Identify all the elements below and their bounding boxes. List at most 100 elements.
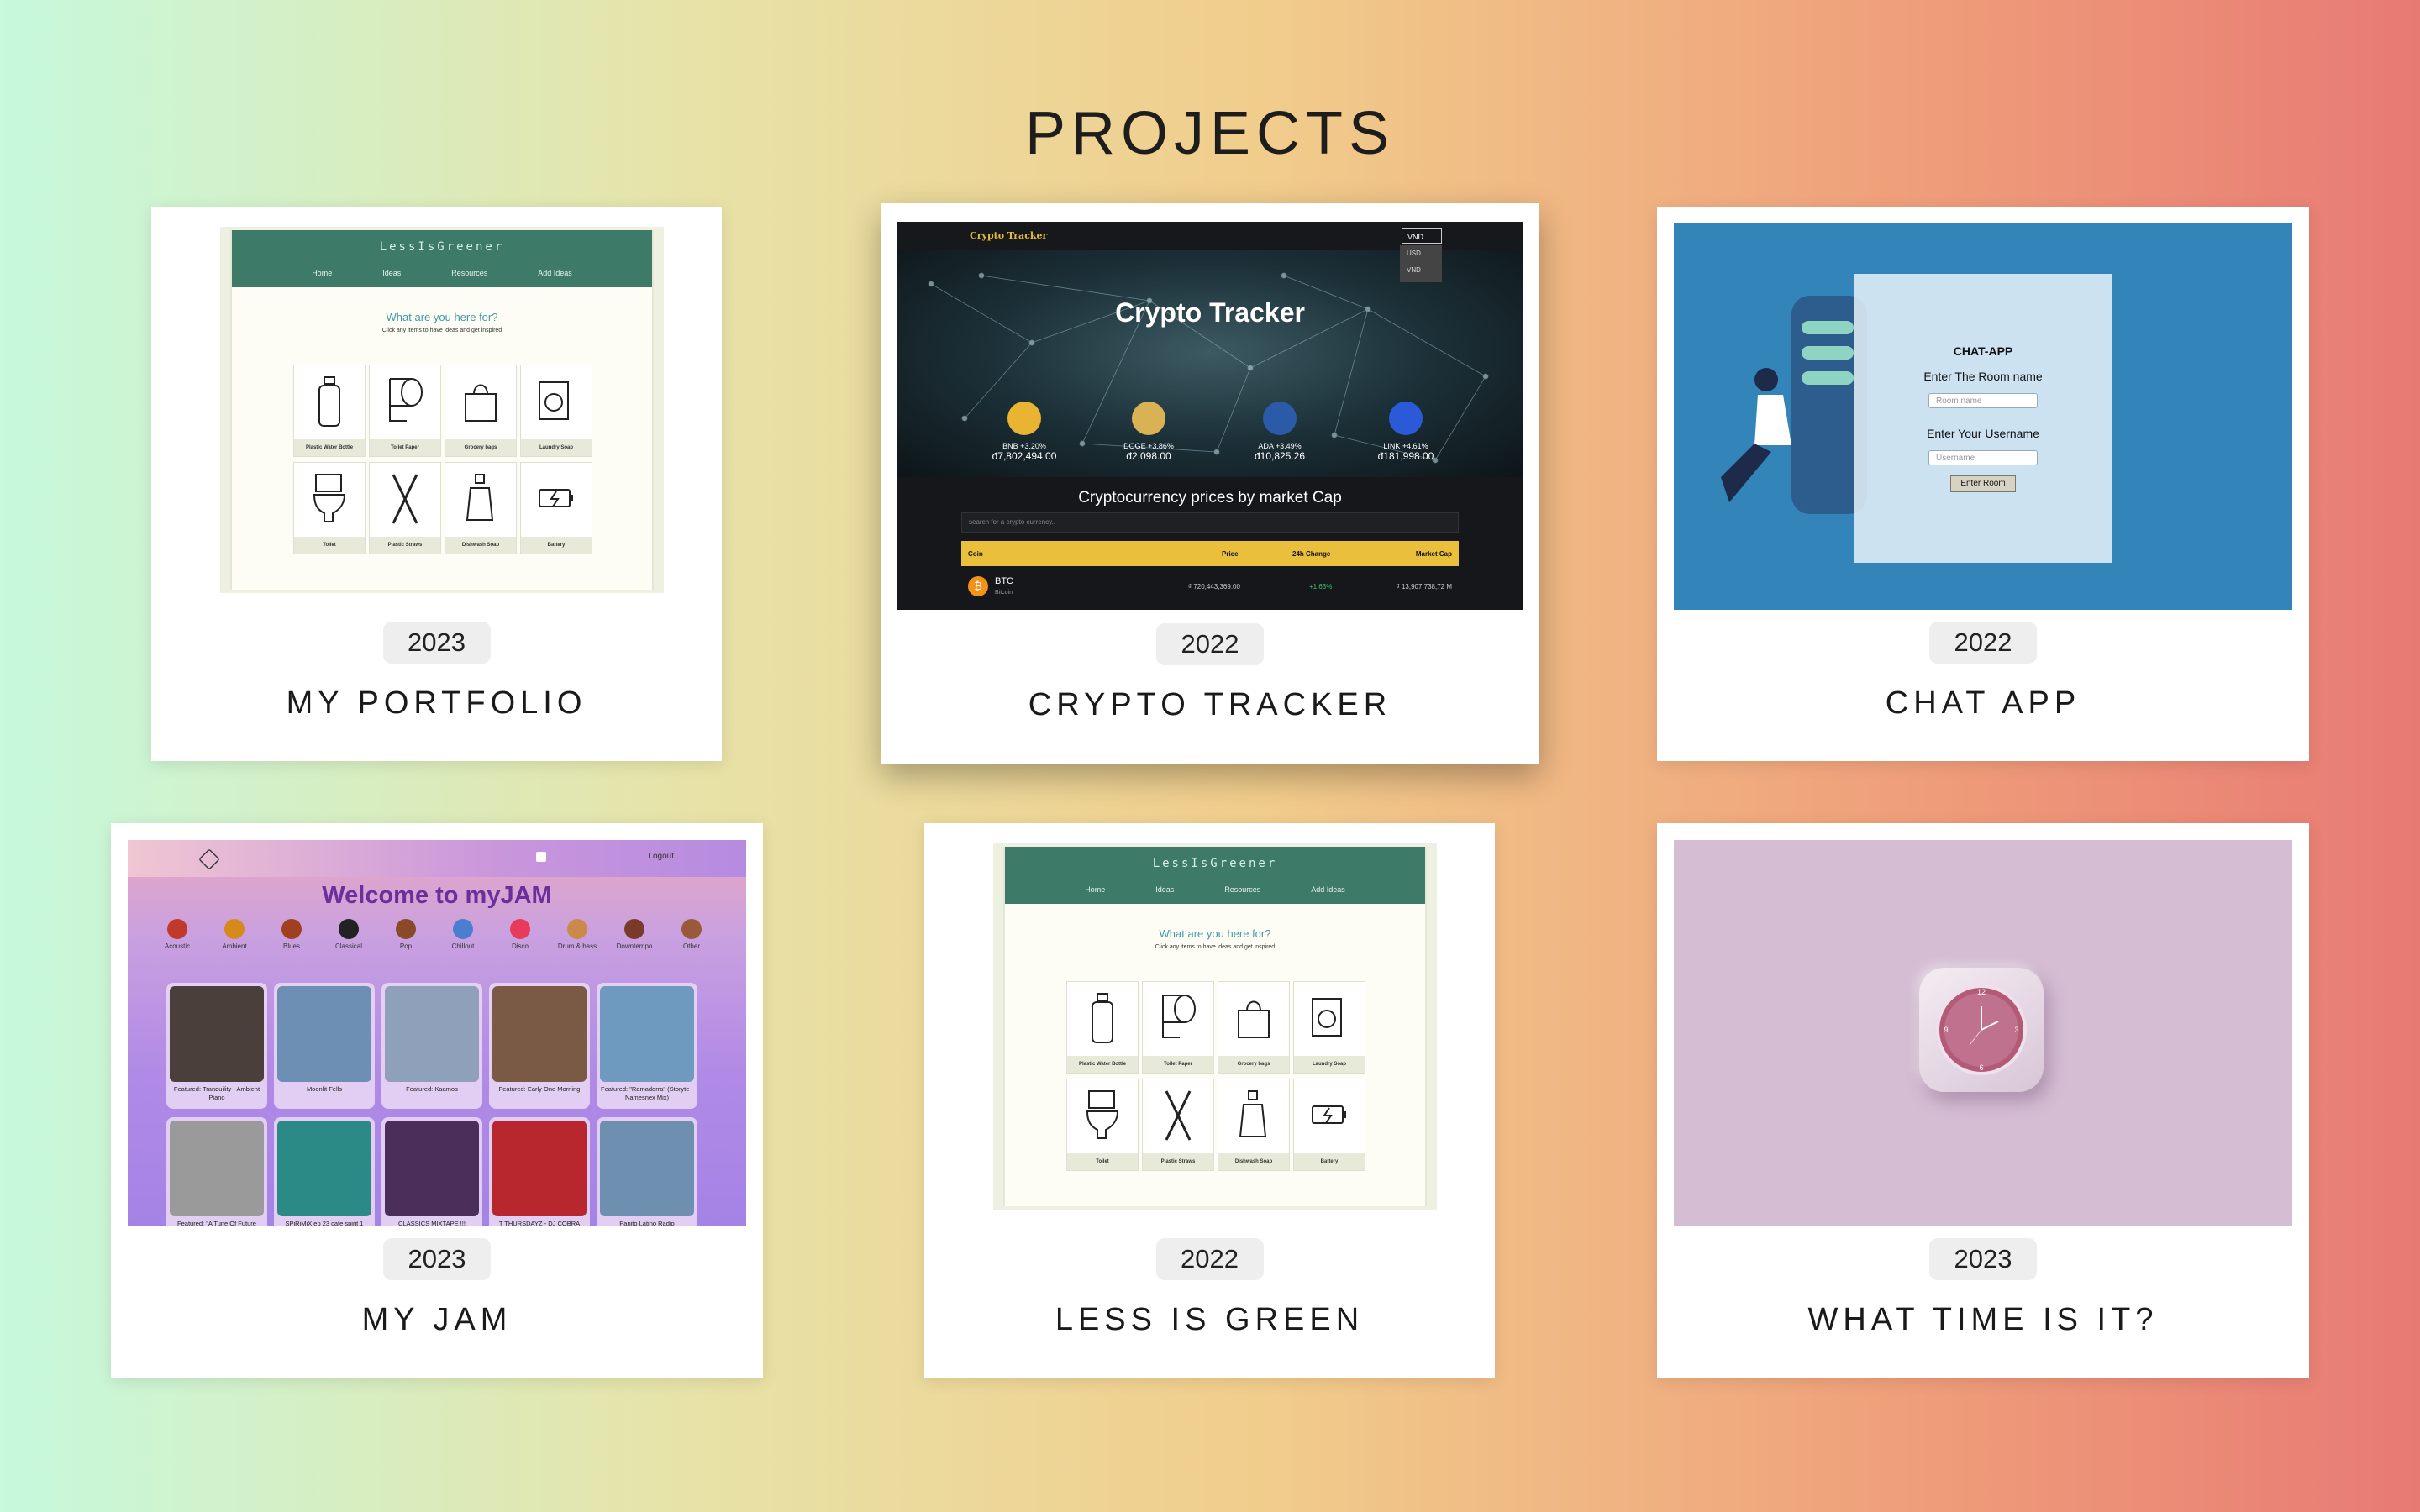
- track-card[interactable]: Moonlit Fells: [274, 983, 375, 1109]
- currency-select[interactable]: VND: [1402, 228, 1442, 244]
- genre-item[interactable]: Ambient: [213, 919, 255, 950]
- project-card-what-time-is-it[interactable]: 12 3 6 9 2023 WHAT TIME IS IT?: [1657, 823, 2309, 1378]
- toilet-paper-icon: [1162, 995, 1196, 1038]
- track-card[interactable]: Panito Latino Radio: [597, 1117, 697, 1226]
- track-card[interactable]: Featured: "Ramadorra" (Storyte - Namesne…: [597, 983, 697, 1109]
- chat-preview: CHAT-APP Enter The Room name Room name E…: [1674, 223, 2292, 610]
- link-icon: [1389, 402, 1423, 435]
- bottle-icon: [318, 376, 340, 427]
- genre-item[interactable]: Acoustic: [156, 919, 198, 950]
- track-card[interactable]: Featured: Early One Morning: [489, 983, 590, 1109]
- room-name-input[interactable]: Room name: [1928, 393, 2038, 408]
- grocery-bag-icon: [1238, 1000, 1270, 1038]
- username-input[interactable]: Username: [1928, 450, 2038, 465]
- clock-face-icon: 12 3 6 9: [1936, 984, 2027, 1075]
- item-tile: Dishwash Soap: [1218, 1079, 1290, 1171]
- grocery-bag-icon: [465, 384, 497, 422]
- svg-text:6: 6: [1979, 1063, 1983, 1072]
- subtitle: Click any items to have ideas and get in…: [381, 328, 502, 333]
- section-title: Cryptocurrency prices by market Cap: [1078, 489, 1342, 507]
- item-tile: Dishwash Soap: [445, 462, 517, 554]
- question-heading: What are you here for?: [386, 311, 498, 323]
- nav-link: Add Ideas: [1311, 885, 1345, 894]
- genre-item[interactable]: Other: [671, 919, 713, 950]
- nav-link: Home: [312, 269, 333, 277]
- battery-icon: [539, 489, 573, 507]
- room-label: Enter The Room name: [1923, 370, 2043, 383]
- project-screenshot: CHAT-APP Enter The Room name Room name E…: [1674, 223, 2292, 610]
- track-card[interactable]: SPiRiMiX ep 23 cafe spirit 1: [274, 1117, 375, 1226]
- project-screenshot: Crypto Tracker VND USD VND Crypto Tracker…: [897, 222, 1523, 610]
- genre-item[interactable]: Downtempo: [613, 919, 655, 950]
- laundry-icon: [539, 381, 569, 420]
- project-card-crypto-tracker[interactable]: Crypto Tracker VND USD VND Crypto Tracker…: [881, 203, 1539, 764]
- item-tile: Battery: [1293, 1079, 1365, 1171]
- genre-item[interactable]: Pop: [385, 919, 427, 950]
- toilet-icon: [313, 474, 346, 522]
- bnb-icon: [1007, 402, 1041, 435]
- clock-widget: 12 3 6 9: [1919, 968, 2044, 1092]
- item-tile: Plastic Straws: [1142, 1079, 1214, 1171]
- project-name: CHAT APP: [1885, 685, 2081, 721]
- search-icon[interactable]: [536, 852, 546, 862]
- track-card[interactable]: T THURSDAYZ - DJ COBRA: [489, 1117, 590, 1226]
- coin-carousel-item: BNB +3.20% đ7,802,494.00: [978, 402, 1071, 462]
- crypto-preview: Crypto Tracker VND USD VND Crypto Tracker…: [897, 222, 1523, 610]
- ada-icon: [1263, 402, 1297, 435]
- brand-logo: LessIsGreener: [379, 240, 505, 254]
- track-card[interactable]: Featured: Kaamos: [381, 983, 482, 1109]
- battery-icon: [1312, 1105, 1346, 1124]
- bitcoin-icon: ₿: [968, 576, 988, 596]
- project-name: MY JAM: [361, 1302, 513, 1337]
- genre-item[interactable]: Classical: [328, 919, 370, 950]
- item-tile: Plastic Water Bottle: [1066, 981, 1139, 1074]
- svg-text:3: 3: [2014, 1026, 2018, 1034]
- genre-item[interactable]: Drum & bass: [556, 919, 598, 950]
- chat-title: CHAT-APP: [1953, 344, 2013, 358]
- logout-link[interactable]: Logout: [648, 852, 674, 861]
- genre-item[interactable]: Disco: [499, 919, 541, 950]
- clock-preview: 12 3 6 9: [1674, 840, 2292, 1226]
- coin-carousel-item: ADA +3.49% đ10,825.26: [1234, 402, 1326, 462]
- table-row[interactable]: ₿ BTC Bitcoin ₫ 720,443,369.00 +1.63% ₫ …: [961, 568, 1459, 605]
- nav-link: Add Ideas: [538, 269, 572, 277]
- jam-preview: Logout Welcome to myJAM Acoustic Ambient…: [128, 840, 746, 1226]
- coin-carousel-item: DOGE +3.86% đ2,098.00: [1102, 402, 1195, 462]
- project-year: 2023: [382, 622, 491, 664]
- track-card[interactable]: CLASSICS MIXTAPE !!!: [381, 1117, 482, 1226]
- item-tile: Toilet Paper: [1142, 981, 1214, 1074]
- project-name: MY PORTFOLIO: [286, 685, 587, 721]
- project-year: 2023: [1929, 1238, 2037, 1280]
- bottle-icon: [1092, 993, 1113, 1043]
- nav-link: Resources: [1224, 885, 1261, 894]
- genre-item[interactable]: Blues: [271, 919, 313, 950]
- track-card[interactable]: Featured: Tranquility - Ambient Piano: [166, 983, 267, 1109]
- welcome-heading: Welcome to myJAM: [322, 882, 552, 909]
- project-year: 2022: [1155, 1238, 1264, 1280]
- item-tile: Toilet: [1066, 1079, 1139, 1171]
- project-name: LESS IS GREEN: [1055, 1302, 1365, 1337]
- nav-link: Home: [1085, 885, 1106, 894]
- illustration-image: [1721, 296, 1867, 514]
- project-year: 2022: [1156, 623, 1264, 665]
- question-heading: What are you here for?: [1159, 927, 1271, 940]
- nav-link: Ideas: [1155, 885, 1175, 894]
- crypto-logo: Crypto Tracker: [970, 230, 1048, 241]
- genre-item[interactable]: Chillout: [442, 919, 484, 950]
- nav-link: Ideas: [382, 269, 402, 277]
- search-input[interactable]: search for a crypto currency..: [961, 512, 1459, 533]
- project-card-chat-app[interactable]: CHAT-APP Enter The Room name Room name E…: [1657, 207, 2309, 761]
- project-card-my-jam[interactable]: Logout Welcome to myJAM Acoustic Ambient…: [111, 823, 763, 1378]
- item-tile: Plastic Water Bottle: [293, 365, 366, 457]
- chat-form-panel: CHAT-APP Enter The Room name Room name E…: [1854, 274, 2112, 563]
- project-screenshot: 12 3 6 9: [1674, 840, 2292, 1226]
- doge-icon: [1132, 402, 1165, 435]
- item-tile: Toilet Paper: [369, 365, 441, 457]
- project-card-portfolio[interactable]: LessIsGreener Home Ideas Resources Add Idea…: [151, 207, 722, 761]
- track-card[interactable]: Featured: "A Tune Of Future: [166, 1117, 267, 1226]
- svg-text:9: 9: [1944, 1026, 1948, 1034]
- enter-room-button[interactable]: Enter Room: [1950, 475, 2016, 492]
- project-card-less-is-green[interactable]: LessIsGreener Home Ideas Resources Add Idea…: [924, 823, 1495, 1378]
- item-tile: Plastic Straws: [369, 462, 441, 554]
- currency-dropdown[interactable]: USD VND: [1400, 245, 1442, 282]
